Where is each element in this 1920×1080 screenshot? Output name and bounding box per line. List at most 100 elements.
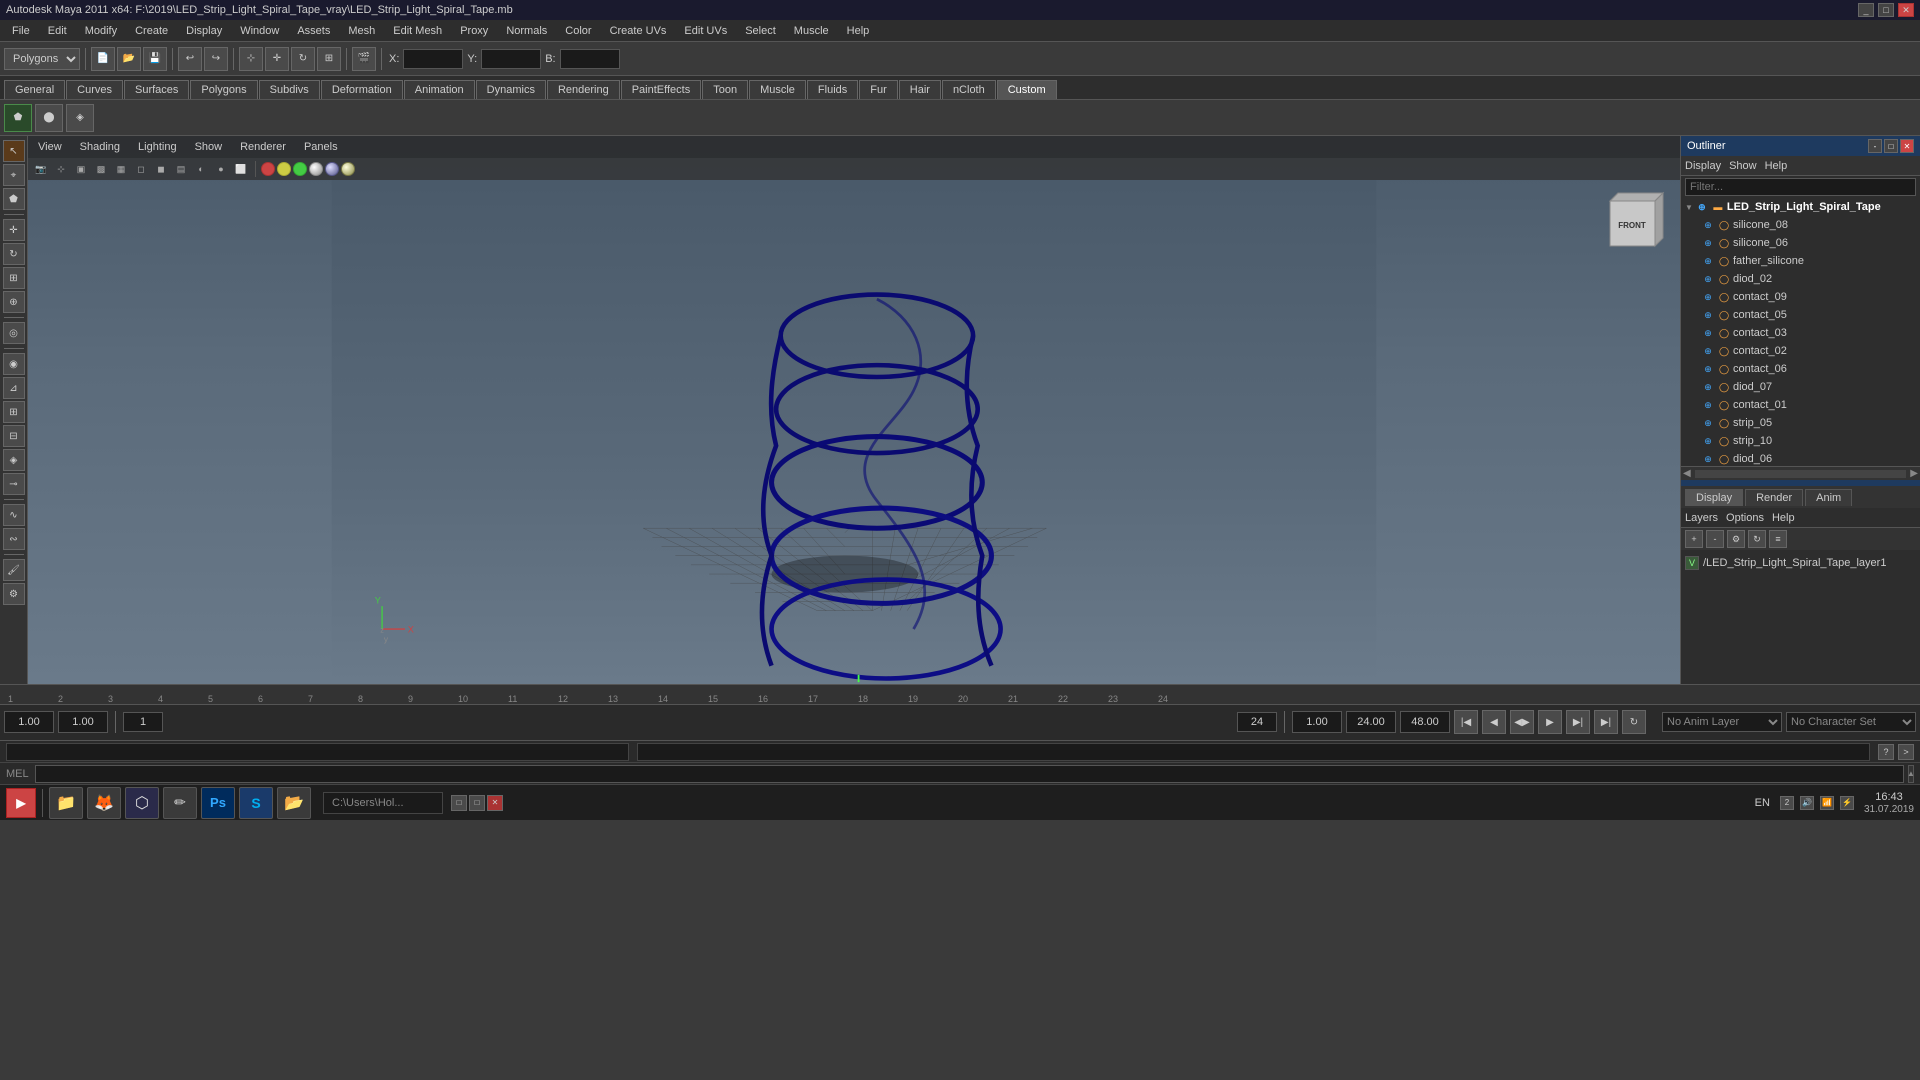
tick-label-16[interactable]: 16 — [758, 694, 768, 704]
shelf-tab-deformation[interactable]: Deformation — [321, 80, 403, 99]
shelf-tab-dynamics[interactable]: Dynamics — [476, 80, 546, 99]
anim-layer-dropdown[interactable]: No Anim Layer — [1662, 712, 1782, 732]
tick-label-10[interactable]: 10 — [458, 694, 468, 704]
paint-weight-btn[interactable]: 🖌 — [3, 559, 25, 581]
menu-proxy[interactable]: Proxy — [452, 23, 496, 39]
tree-item-contact01[interactable]: ⊕ ◯ contact_01 — [1681, 396, 1920, 414]
goto-start-btn[interactable]: |◀ — [1454, 710, 1478, 734]
vp-light5-btn[interactable] — [325, 162, 339, 176]
scale-tool-btn[interactable]: ⊞ — [317, 47, 341, 71]
paint-attr-btn[interactable]: ⚙ — [3, 583, 25, 605]
menu-assets[interactable]: Assets — [289, 23, 338, 39]
minimize-button[interactable]: _ — [1858, 3, 1874, 17]
outliner-minimize-btn[interactable]: - — [1868, 139, 1882, 153]
menu-select[interactable]: Select — [737, 23, 784, 39]
layer-visibility-btn[interactable]: V — [1685, 556, 1699, 570]
delete-layer-btn[interactable]: - — [1706, 530, 1724, 548]
ik-btn[interactable]: ⊸ — [3, 473, 25, 495]
tree-item-diod02[interactable]: ⊕ ◯ diod_02 — [1681, 270, 1920, 288]
maximize-button[interactable]: □ — [1878, 3, 1894, 17]
menu-file[interactable]: File — [4, 23, 38, 39]
create-layer-btn[interactable]: + — [1685, 530, 1703, 548]
shelf-tab-polygons[interactable]: Polygons — [190, 80, 257, 99]
shelf-tab-muscle[interactable]: Muscle — [749, 80, 806, 99]
vp-smooth-wire-btn[interactable]: ▩ — [92, 160, 110, 178]
shelf-tab-toon[interactable]: Toon — [702, 80, 748, 99]
taskbar-filemanager-btn[interactable]: 📂 — [277, 787, 311, 819]
shelf-tab-fluids[interactable]: Fluids — [807, 80, 858, 99]
tick-label-18[interactable]: 18 — [858, 694, 868, 704]
start-time-field[interactable]: 1.00 — [4, 711, 54, 733]
tick-label-20[interactable]: 20 — [958, 694, 968, 704]
play-back-btn[interactable]: ◀▶ — [1510, 710, 1534, 734]
layer-options-btn[interactable]: ⚙ — [1727, 530, 1745, 548]
tick-label-1[interactable]: 1 — [8, 694, 13, 704]
script-editor-btn[interactable]: > — [1898, 744, 1914, 760]
tree-item-root[interactable]: ▼ ⊕ ▬ LED_Strip_Light_Spiral_Tape — [1681, 198, 1920, 216]
path-btn-close[interactable]: ✕ — [487, 795, 503, 811]
tree-item-contact05[interactable]: ⊕ ◯ contact_05 — [1681, 306, 1920, 324]
vp-smooth-btn[interactable]: ▦ — [112, 160, 130, 178]
vp-light3-btn[interactable] — [293, 162, 307, 176]
tick-label-3[interactable]: 3 — [108, 694, 113, 704]
taskbar-app2-btn[interactable]: 🦊 — [87, 787, 121, 819]
outliner-close-btn[interactable]: ✕ — [1900, 139, 1914, 153]
vp-light2-btn[interactable] — [277, 162, 291, 176]
save-scene-btn[interactable]: 💾 — [143, 47, 167, 71]
vp-sel-btn[interactable]: ⊹ — [52, 160, 70, 178]
loop-btn[interactable]: ↻ — [1622, 710, 1646, 734]
layers-menu-help[interactable]: Help — [1772, 512, 1795, 524]
outliner-show-menu[interactable]: Show — [1729, 160, 1757, 172]
shelf-tab-animation[interactable]: Animation — [404, 80, 475, 99]
soft-mod-btn[interactable]: ◉ — [3, 353, 25, 375]
menu-create[interactable]: Create — [127, 23, 176, 39]
lasso-btn[interactable]: ⌖ — [3, 164, 25, 186]
shelf-tab-surfaces[interactable]: Surfaces — [124, 80, 189, 99]
character-set-dropdown[interactable]: No Character Set — [1786, 712, 1916, 732]
tray-icon-3[interactable]: 📶 — [1820, 796, 1834, 810]
shelf-tab-general[interactable]: General — [4, 80, 65, 99]
viewport-cube[interactable]: FRONT — [1600, 186, 1670, 256]
shelf-tab-fur[interactable]: Fur — [859, 80, 898, 99]
rotate-tool-lt[interactable]: ↻ — [3, 243, 25, 265]
vp-menu-lighting[interactable]: Lighting — [134, 139, 181, 155]
menu-modify[interactable]: Modify — [77, 23, 125, 39]
max-time-display[interactable]: 48.00 — [1400, 711, 1450, 733]
tick-label-24[interactable]: 24 — [1158, 694, 1168, 704]
vp-menu-shading[interactable]: Shading — [76, 139, 124, 155]
path-btn-1[interactable]: □ — [451, 795, 467, 811]
new-scene-btn[interactable]: 📄 — [91, 47, 115, 71]
vp-menu-view[interactable]: View — [34, 139, 66, 155]
tick-label-13[interactable]: 13 — [608, 694, 618, 704]
taskbar-ps-btn[interactable]: Ps — [201, 787, 235, 819]
close-button[interactable]: ✕ — [1898, 3, 1914, 17]
outliner-help-menu[interactable]: Help — [1765, 160, 1788, 172]
cluster-btn[interactable]: ⊞ — [3, 401, 25, 423]
menu-display[interactable]: Display — [178, 23, 230, 39]
vp-bounding-btn[interactable]: ◼ — [152, 160, 170, 178]
menu-muscle[interactable]: Muscle — [786, 23, 837, 39]
menu-edit[interactable]: Edit — [40, 23, 75, 39]
menu-help[interactable]: Help — [839, 23, 878, 39]
joint-btn[interactable]: ◈ — [3, 449, 25, 471]
taskbar-tablet-btn[interactable]: ✏ — [163, 787, 197, 819]
menu-window[interactable]: Window — [232, 23, 287, 39]
tree-item-contact02[interactable]: ⊕ ◯ contact_02 — [1681, 342, 1920, 360]
tree-item-silicone08[interactable]: ⊕ ◯ silicone_08 — [1681, 216, 1920, 234]
tick-label-5[interactable]: 5 — [208, 694, 213, 704]
layers-menu-layers[interactable]: Layers — [1685, 512, 1718, 524]
layers-tab-display[interactable]: Display — [1685, 489, 1743, 506]
menu-mesh[interactable]: Mesh — [340, 23, 383, 39]
shelf-icon-2[interactable]: ⬤ — [35, 104, 63, 132]
next-frame-btn[interactable]: ▶| — [1566, 710, 1590, 734]
vp-menu-show[interactable]: Show — [191, 139, 227, 155]
taskbar-blender-btn[interactable]: ⬡ — [125, 787, 159, 819]
tree-item-father-silicone[interactable]: ⊕ ◯ father_silicone — [1681, 252, 1920, 270]
tree-item-diod06[interactable]: ⊕ ◯ diod_06 — [1681, 450, 1920, 466]
ep-curve-btn[interactable]: ∾ — [3, 528, 25, 550]
current-time-field[interactable]: 1.00 — [58, 711, 108, 733]
tick-label-2[interactable]: 2 — [58, 694, 63, 704]
outliner-scrollbar-track[interactable] — [1695, 470, 1907, 478]
scale-tool-lt[interactable]: ⊞ — [3, 267, 25, 289]
vp-tex-btn[interactable]: ▤ — [172, 160, 190, 178]
